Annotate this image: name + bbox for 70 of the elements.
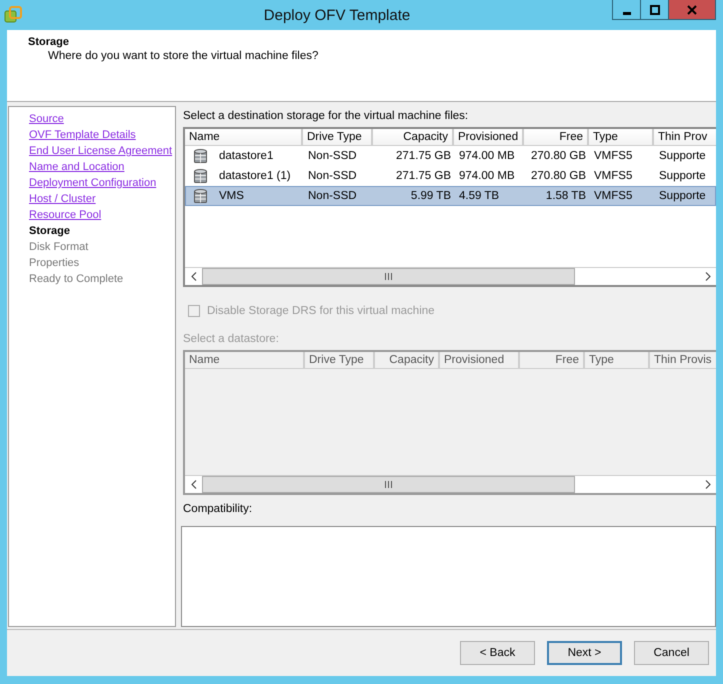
scrollbar-thumb[interactable]: [202, 268, 575, 285]
scrollbar-thumb[interactable]: [202, 476, 575, 493]
table-row[interactable]: VMS Non-SSD 5.99 TB 4.59 TB 1.58 TB VMFS5 Supporte: [185, 186, 716, 206]
pending-step: Disk Format: [29, 239, 88, 255]
step-link[interactable]: Source: [29, 111, 64, 127]
step-link[interactable]: Deployment Configuration: [29, 175, 156, 191]
database-icon: [194, 168, 207, 184]
column-header[interactable]: Thin Prov: [654, 129, 716, 146]
window-title: Deploy OFV Template: [262, 6, 412, 24]
table-cell-text: VMFS5: [593, 170, 634, 182]
minimize-icon: [622, 12, 630, 14]
table-cell: VMS: [219, 190, 244, 202]
table-cell-text: Non-SSD: [307, 190, 358, 202]
close-button[interactable]: [668, 0, 716, 20]
table-cell-text: Supporte: [658, 170, 707, 182]
table-cell-text: 1.58 TB: [544, 190, 587, 202]
table-cell-text: 271.75 GB: [395, 170, 452, 182]
table-cell-text: 974.00 MB: [458, 150, 516, 162]
step-link[interactable]: OVF Template Details: [29, 127, 136, 143]
close-icon: [687, 4, 697, 14]
app-icon: [4, 6, 22, 24]
page-subtitle: Where do you want to store the virtual machine files?: [48, 50, 320, 62]
column-header[interactable]: Provisioned: [454, 129, 524, 146]
column-header[interactable]: Name: [185, 129, 303, 146]
table-row[interactable]: datastore1 (1) Non-SSD 271.75 GB 974.00 MB 270.80 GB VMFS5 Supporte: [185, 166, 716, 186]
wizard-button[interactable]: < Back: [460, 641, 535, 665]
chevron-left-icon: [190, 480, 196, 489]
database-icon: [194, 188, 207, 204]
column-header[interactable]: Free: [524, 129, 589, 146]
page-title: Storage: [28, 36, 70, 48]
maximize-icon: [650, 4, 660, 14]
table-cell-text: VMFS5: [593, 190, 634, 202]
table-cell: datastore1: [219, 150, 274, 162]
grip-icon: [384, 273, 393, 280]
pending-step: Properties: [29, 255, 80, 271]
chevron-right-icon: [704, 272, 710, 281]
minimize-button[interactable]: [612, 0, 641, 20]
table-cell-text: VMFS5: [593, 150, 634, 162]
pending-step: Ready to Complete: [29, 271, 124, 287]
wizard-button[interactable]: Cancel: [634, 641, 709, 665]
table-cell-text: Supporte: [658, 150, 707, 162]
wizard-button[interactable]: Next >: [547, 641, 622, 665]
table-cell-text: 270.80 GB: [530, 150, 587, 162]
column-header[interactable]: Type: [589, 129, 654, 146]
table-label: Select a datastore:: [183, 333, 280, 345]
current-step: Storage: [29, 223, 70, 239]
compatibility-label: Compatibility:: [183, 503, 254, 515]
column-header[interactable]: Drive Type: [303, 129, 373, 146]
chevron-left-icon: [190, 272, 196, 281]
table-cell-text: 974.00 MB: [458, 170, 516, 182]
table-cell-text: Non-SSD: [307, 170, 358, 182]
step-link[interactable]: Name and Location: [29, 159, 124, 175]
column-header[interactable]: Capacity: [373, 129, 454, 146]
table-cell-text: 270.80 GB: [530, 170, 587, 182]
table-cell-text: 271.75 GB: [395, 150, 452, 162]
step-link[interactable]: Host / Cluster: [29, 191, 96, 207]
checkbox-label: Disable Storage DRS for this virtual machine: [207, 305, 435, 317]
table-label: Select a destination storage for the virtual machine files:: [183, 110, 470, 122]
table-cell-text: Non-SSD: [307, 150, 358, 162]
step-link[interactable]: Resource Pool: [29, 207, 102, 223]
chevron-right-icon: [704, 480, 710, 489]
grip-icon: [384, 481, 393, 488]
step-link[interactable]: End User License Agreement: [29, 143, 172, 159]
table-row[interactable]: datastore1 Non-SSD 271.75 GB 974.00 MB 270.80 GB VMFS5 Supporte: [185, 146, 716, 166]
database-icon: [194, 148, 207, 164]
storage-table[interactable]: [183, 127, 716, 287]
table-cell-text: Supporte: [658, 190, 707, 202]
table-cell-text: 4.59 TB: [458, 190, 500, 202]
table-cell: datastore1 (1): [219, 170, 291, 182]
table-cell-text: 5.99 TB: [410, 190, 452, 202]
